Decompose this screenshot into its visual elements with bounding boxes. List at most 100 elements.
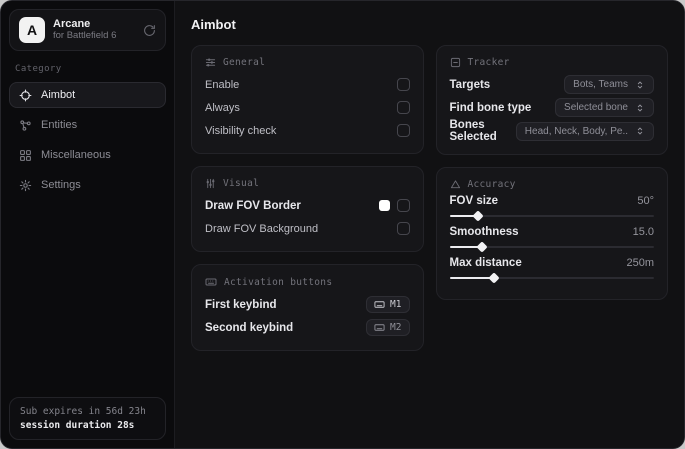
- activation-card-header: Activation buttons: [205, 276, 410, 288]
- triangle-icon: [450, 179, 461, 190]
- slider-fill: [449, 277, 495, 279]
- slider-value: 15.0: [632, 226, 654, 238]
- keyboard-icon: [205, 276, 217, 288]
- smoothness-slider[interactable]: [449, 246, 654, 248]
- sidebar-item-aimbot[interactable]: Aimbot: [9, 82, 166, 108]
- subscription-info: Sub expires in 56d 23h session duration …: [9, 397, 166, 440]
- grid-icon: [19, 149, 32, 162]
- sliders-icon: [205, 57, 216, 68]
- sidebar-item-label: Settings: [41, 179, 81, 191]
- setting-label: Bones Selected: [449, 119, 497, 143]
- max-distance-slider-block: Max distance 250m: [449, 257, 654, 279]
- fov-border-color-swatch[interactable]: [378, 200, 390, 211]
- main-panel: Aimbot General Enable Always Visibility …: [175, 1, 684, 448]
- second-keybind-button[interactable]: M2: [366, 319, 410, 336]
- setting-row-always: Always: [205, 96, 410, 119]
- brand-name: Arcane: [53, 17, 91, 30]
- general-card-title: General: [223, 57, 266, 68]
- left-column: General Enable Always Visibility check V…: [191, 45, 424, 351]
- crosshair-icon: [19, 89, 32, 102]
- sidebar-item-miscellaneous[interactable]: Miscellaneous: [9, 142, 166, 168]
- setting-label: First keybind: [205, 298, 277, 311]
- visual-card-title: Visual: [223, 178, 260, 189]
- slider-value: 50°: [637, 195, 654, 207]
- keyboard-icon: [374, 299, 385, 310]
- sidebar: A Arcane for Battlefield 6 Category Aimb…: [1, 1, 175, 448]
- visual-card: Visual Draw FOV Border Draw FOV Backgrou…: [191, 166, 424, 252]
- bones-selected-select[interactable]: Head, Neck, Body, Pe..: [515, 121, 654, 141]
- sidebar-item-settings[interactable]: Settings: [9, 172, 166, 198]
- setting-label: Draw FOV Border: [205, 199, 301, 212]
- draw-fov-border-checkbox[interactable]: [396, 199, 410, 212]
- unfold-icon: [635, 126, 645, 136]
- sidebar-item-entities[interactable]: Entities: [9, 112, 166, 138]
- right-column: Tracker Targets Bots, Teams Find bone ty…: [435, 45, 668, 300]
- max-distance-slider[interactable]: [449, 277, 654, 279]
- setting-label: Second keybind: [205, 321, 294, 334]
- visual-card-header: Visual: [205, 178, 410, 189]
- brand-logo: A: [19, 17, 45, 43]
- sidebar-item-label: Miscellaneous: [41, 149, 111, 161]
- slider-value: 250m: [626, 257, 654, 269]
- gear-icon: [19, 179, 32, 192]
- accuracy-card: Accuracy FOV size 50° Smoothness 15.0 Ma…: [435, 167, 668, 300]
- slider-label: Smoothness: [449, 226, 519, 238]
- sub-expiry-text: Sub expires in 56d 23h: [20, 406, 146, 417]
- unfold-icon: [635, 103, 645, 113]
- setting-row-visibility-check: Visibility check: [205, 119, 410, 142]
- keybind-value: M1: [390, 299, 402, 310]
- fov-size-slider[interactable]: [449, 215, 654, 217]
- visibility-check-checkbox[interactable]: [396, 124, 410, 137]
- setting-label: Visibility check: [205, 124, 277, 137]
- category-label: Category: [15, 64, 62, 74]
- enable-checkbox[interactable]: [396, 78, 410, 91]
- find-bone-type-select[interactable]: Selected bone: [555, 98, 654, 117]
- setting-row-draw-fov-border: Draw FOV Border: [205, 194, 410, 217]
- setting-row-second-keybind: Second keybind M2: [205, 316, 410, 339]
- setting-label: Always: [205, 101, 240, 114]
- select-value: Head, Neck, Body, Pe..: [524, 125, 628, 137]
- tracker-card: Tracker Targets Bots, Teams Find bone ty…: [435, 45, 668, 155]
- fov-size-slider-block: FOV size 50°: [449, 195, 654, 217]
- brand-header: A Arcane for Battlefield 6: [9, 9, 166, 51]
- square-minus-icon: [450, 57, 461, 68]
- activation-card-title: Activation buttons: [224, 276, 333, 288]
- select-value: Selected bone: [564, 102, 628, 113]
- slider-fill: [449, 215, 479, 217]
- slider-label: Max distance: [449, 257, 522, 269]
- keyboard-icon: [374, 322, 385, 333]
- tracker-card-title: Tracker: [467, 57, 510, 68]
- sidebar-item-label: Aimbot: [41, 89, 76, 101]
- setting-row-find-bone-type: Find bone type Selected bone: [449, 96, 654, 119]
- setting-row-targets: Targets Bots, Teams: [449, 73, 654, 96]
- sliders-vertical-icon: [205, 178, 216, 189]
- setting-label: Draw FOV Background: [205, 222, 319, 235]
- first-keybind-button[interactable]: M1: [366, 296, 410, 313]
- keybind-value: M2: [390, 322, 402, 333]
- setting-row-first-keybind: First keybind M1: [205, 293, 410, 316]
- setting-label: Enable: [205, 78, 240, 91]
- setting-row-bones-selected: Bones Selected Head, Neck, Body, Pe..: [449, 119, 654, 143]
- draw-fov-background-checkbox[interactable]: [396, 222, 410, 235]
- session-duration-text: session duration 28s: [20, 420, 135, 431]
- general-card-header: General: [205, 57, 410, 68]
- setting-label: Targets: [449, 78, 491, 91]
- tracker-card-header: Tracker: [450, 57, 655, 68]
- general-card: General Enable Always Visibility check: [191, 45, 424, 154]
- entities-icon: [19, 119, 32, 132]
- slider-fill: [449, 246, 483, 248]
- slider-label: FOV size: [449, 195, 499, 207]
- app-window: A Arcane for Battlefield 6 Category Aimb…: [0, 0, 685, 449]
- always-checkbox[interactable]: [396, 101, 410, 114]
- setting-row-draw-fov-background: Draw FOV Background: [205, 217, 410, 240]
- sidebar-item-label: Entities: [41, 119, 78, 131]
- select-value: Bots, Teams: [573, 79, 628, 90]
- setting-label: Find bone type: [449, 101, 532, 114]
- brand-subtitle: for Battlefield 6: [53, 30, 117, 42]
- accuracy-card-header: Accuracy: [450, 179, 655, 190]
- activation-buttons-card: Activation buttons First keybind M1 Seco…: [191, 264, 424, 351]
- page-title: Aimbot: [191, 17, 236, 32]
- brand-text: Arcane for Battlefield 6: [53, 18, 116, 43]
- refresh-icon[interactable]: [143, 24, 156, 37]
- targets-select[interactable]: Bots, Teams: [564, 75, 654, 94]
